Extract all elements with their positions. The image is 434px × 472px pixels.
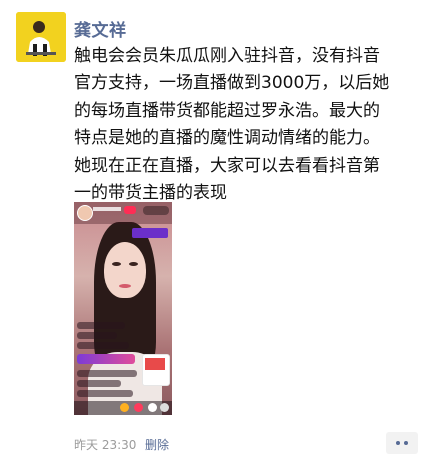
more-dots-icon <box>396 441 400 445</box>
post-text-line: 的每场直播带货都能超过罗永浩。最大的 <box>74 100 380 121</box>
post-text-line: 她现在正在直播，大家可以去看看抖音第 <box>74 155 380 176</box>
post-text-line: 触电会会员朱瓜瓜刚入驻抖音，没有抖音 <box>74 46 380 66</box>
chat-message <box>77 332 117 339</box>
product-image <box>145 358 165 370</box>
post-timestamp: 昨天 23:30 <box>74 438 137 452</box>
share-icon <box>148 403 157 412</box>
streamer-eye <box>129 262 138 266</box>
live-tag-badge <box>132 228 168 238</box>
moments-post: 龚文祥 触电会会员朱瓜瓜刚入驻抖音，没有抖音 官方支持，一场直播做到3000万，… <box>0 0 434 472</box>
streamer-avatar-icon <box>77 205 93 221</box>
avatar-person-icon <box>16 12 66 62</box>
chat-message <box>77 390 133 397</box>
livestream-video-thumbnail[interactable] <box>74 202 172 415</box>
like-icon <box>134 403 143 412</box>
avatar[interactable] <box>16 12 66 62</box>
more-actions-button[interactable] <box>386 432 418 454</box>
streamer-name-bar <box>93 207 121 211</box>
viewer-count-badge <box>143 206 169 215</box>
post-text-line: 官方支持，一场直播做到3000万，以后她 <box>74 73 390 94</box>
post-text: 触电会会员朱瓜瓜刚入驻抖音，没有抖音 官方支持，一场直播做到3000万，以后她 … <box>74 43 419 207</box>
chat-message <box>77 342 129 349</box>
streamer-lips <box>119 284 131 288</box>
chat-message <box>77 370 137 377</box>
chat-message <box>77 380 121 387</box>
streamer-eye <box>112 262 121 266</box>
more-dots-icon <box>404 441 408 445</box>
chat-message <box>77 322 125 329</box>
author-name[interactable]: 龚文祥 <box>74 16 127 41</box>
gift-icon <box>120 403 129 412</box>
follow-heart-icon <box>124 206 136 214</box>
streamer-face <box>104 242 146 298</box>
delete-button[interactable]: 删除 <box>145 436 169 453</box>
post-text-line: 特点是她的直播的魔性调动情绪的能力。 <box>74 128 380 149</box>
gift-banner <box>77 354 135 364</box>
close-icon <box>160 403 169 412</box>
